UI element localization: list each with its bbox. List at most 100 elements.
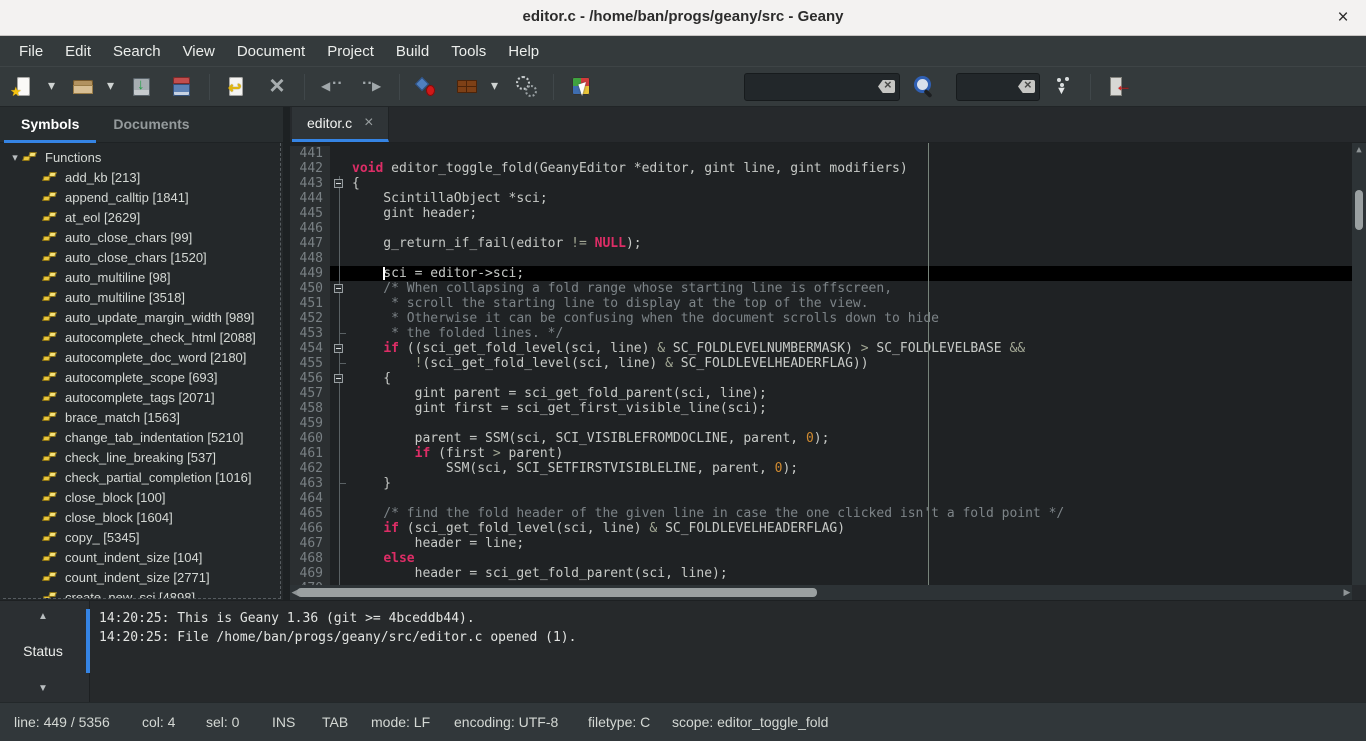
tab-scroll-down-icon[interactable]: ▼ — [0, 683, 86, 694]
menu-view[interactable]: View — [172, 38, 226, 65]
code-line[interactable]: 445 gint header; — [290, 206, 1352, 221]
code-line[interactable]: 465 /* find the fold header of the given… — [290, 506, 1352, 521]
tree-item[interactable]: auto_multiline [3518] — [3, 287, 280, 307]
symbols-tree[interactable]: ▾Functionsadd_kb [213]append_calltip [18… — [3, 143, 281, 599]
sidebar-splitter[interactable] — [283, 107, 290, 600]
code-line[interactable]: 450 /* When collapsing a fold range whos… — [290, 281, 1352, 296]
quit-button[interactable] — [1099, 70, 1137, 104]
fold-margin[interactable] — [330, 341, 349, 356]
save-button[interactable] — [123, 70, 161, 104]
expander-icon[interactable]: ▾ — [7, 151, 23, 164]
tree-item[interactable]: brace_match [1563] — [3, 407, 280, 427]
menu-project[interactable]: Project — [316, 38, 385, 65]
tree-item[interactable]: autocomplete_doc_word [2180] — [3, 347, 280, 367]
search-button[interactable] — [904, 70, 942, 104]
fold-toggle-icon[interactable] — [334, 344, 343, 353]
open-file-button[interactable] — [64, 70, 102, 104]
code-line[interactable]: 466 if (sci_get_fold_level(sci, line) & … — [290, 521, 1352, 536]
goto-line-jump-button[interactable] — [1044, 70, 1082, 104]
compile-button[interactable] — [408, 70, 446, 104]
code-line[interactable]: 464 — [290, 491, 1352, 506]
clear-entry-icon[interactable] — [878, 80, 895, 93]
tab-scroll-up-icon[interactable]: ▲ — [0, 611, 86, 622]
horizontal-scrollbar-thumb[interactable] — [297, 588, 817, 597]
code-line[interactable]: 448 — [290, 251, 1352, 266]
navigate-forward-button[interactable] — [353, 70, 391, 104]
clear-entry-icon[interactable] — [1018, 80, 1035, 93]
menu-tools[interactable]: Tools — [440, 38, 497, 65]
tree-item[interactable]: autocomplete_scope [693] — [3, 367, 280, 387]
code-line[interactable]: 462 SSM(sci, SCI_SETFIRSTVISIBLELINE, pa… — [290, 461, 1352, 476]
code-line[interactable]: 442void editor_toggle_fold(GeanyEditor *… — [290, 161, 1352, 176]
tree-item[interactable]: at_eol [2629] — [3, 207, 280, 227]
tree-item[interactable]: count_indent_size [104] — [3, 547, 280, 567]
code-line[interactable]: 459 — [290, 416, 1352, 431]
menu-edit[interactable]: Edit — [54, 38, 102, 65]
code-line[interactable]: 468 else — [290, 551, 1352, 566]
tree-item[interactable]: auto_close_chars [1520] — [3, 247, 280, 267]
color-chooser-button[interactable] — [562, 70, 600, 104]
tree-item[interactable]: auto_update_margin_width [989] — [3, 307, 280, 327]
vertical-scrollbar-thumb[interactable] — [1355, 190, 1363, 230]
tree-item[interactable]: auto_close_chars [99] — [3, 227, 280, 247]
close-document-button[interactable] — [258, 70, 296, 104]
tree-item[interactable]: close_block [100] — [3, 487, 280, 507]
tree-root-functions[interactable]: ▾Functions — [3, 147, 280, 167]
build-dropdown-button[interactable] — [488, 70, 505, 104]
tree-item[interactable]: autocomplete_check_html [2088] — [3, 327, 280, 347]
code-line[interactable]: 467 header = line; — [290, 536, 1352, 551]
code-line[interactable]: 451 * scroll the starting line to displa… — [290, 296, 1352, 311]
code-line[interactable]: 455 !(sci_get_fold_level(sci, line) & SC… — [290, 356, 1352, 371]
menu-document[interactable]: Document — [226, 38, 316, 65]
fold-toggle-icon[interactable] — [334, 374, 343, 383]
tab-editor-c[interactable]: editor.c × — [292, 107, 389, 142]
code-line[interactable]: 458 gint first = sci_get_first_visible_l… — [290, 401, 1352, 416]
scroll-right-icon[interactable]: ▶ — [1340, 587, 1354, 598]
tree-item[interactable]: create_new_sci [4898] — [3, 587, 280, 599]
tree-item[interactable]: copy_ [5345] — [3, 527, 280, 547]
scroll-up-icon[interactable]: ▲ — [1352, 145, 1366, 155]
sidebar-tab-symbols[interactable]: Symbols — [4, 107, 96, 143]
sidebar-tab-documents[interactable]: Documents — [96, 107, 206, 143]
code-editor[interactable]: 441442void editor_toggle_fold(GeanyEdito… — [290, 143, 1366, 585]
code-line[interactable]: 447 g_return_if_fail(editor != NULL); — [290, 236, 1352, 251]
new-file-button[interactable] — [5, 70, 43, 104]
tab-close-icon[interactable]: × — [364, 116, 373, 130]
fold-toggle-icon[interactable] — [334, 284, 343, 293]
code-line[interactable]: 441 — [290, 146, 1352, 161]
search-entry[interactable] — [744, 73, 900, 101]
execute-button[interactable] — [507, 70, 545, 104]
tree-item[interactable]: check_line_breaking [537] — [3, 447, 280, 467]
code-line[interactable]: 460 parent = SSM(sci, SCI_VISIBLEFROMDOC… — [290, 431, 1352, 446]
tree-item[interactable]: change_tab_indentation [5210] — [3, 427, 280, 447]
code-line[interactable]: 446 — [290, 221, 1352, 236]
code-line[interactable]: 463 } — [290, 476, 1352, 491]
code-line[interactable]: 454 if ((sci_get_fold_level(sci, line) &… — [290, 341, 1352, 356]
fold-margin[interactable] — [330, 371, 349, 386]
revert-button[interactable] — [218, 70, 256, 104]
menu-build[interactable]: Build — [385, 38, 440, 65]
tree-item[interactable]: append_calltip [1841] — [3, 187, 280, 207]
code-line[interactable]: 461 if (first > parent) — [290, 446, 1352, 461]
menu-help[interactable]: Help — [497, 38, 550, 65]
new-file-dropdown-button[interactable] — [45, 70, 62, 104]
goto-line-entry[interactable] — [956, 73, 1040, 101]
tree-item[interactable]: add_kb [213] — [3, 167, 280, 187]
code-line[interactable]: 457 gint parent = sci_get_fold_parent(sc… — [290, 386, 1352, 401]
code-line[interactable]: 456 { — [290, 371, 1352, 386]
save-all-button[interactable] — [163, 70, 201, 104]
fold-toggle-icon[interactable] — [334, 179, 343, 188]
tree-item[interactable]: auto_multiline [98] — [3, 267, 280, 287]
tree-item[interactable]: count_indent_size [2771] — [3, 567, 280, 587]
menu-search[interactable]: Search — [102, 38, 172, 65]
menu-file[interactable]: File — [8, 38, 54, 65]
window-close-icon[interactable]: × — [1330, 5, 1356, 31]
code-line[interactable]: 469 header = sci_get_fold_parent(sci, li… — [290, 566, 1352, 581]
fold-margin[interactable] — [330, 281, 349, 296]
fold-margin[interactable] — [330, 176, 349, 191]
tree-item[interactable]: close_block [1604] — [3, 507, 280, 527]
code-line[interactable]: 444 ScintillaObject *sci; — [290, 191, 1352, 206]
open-file-dropdown-button[interactable] — [104, 70, 121, 104]
vertical-scrollbar[interactable]: ▲ ▼ — [1352, 143, 1366, 585]
code-line[interactable]: 449 sci = editor->sci; — [290, 266, 1352, 281]
